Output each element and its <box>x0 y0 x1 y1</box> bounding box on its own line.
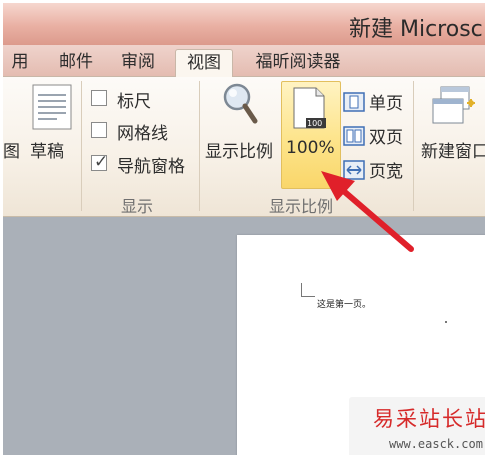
tab-review[interactable]: 审阅 <box>113 49 163 77</box>
title-bar: 新建 Microsc <box>3 3 485 45</box>
checkmark-icon: ✓ <box>94 152 109 172</box>
page-width-label: 页宽 <box>369 162 403 182</box>
group-separator <box>199 81 200 211</box>
tab-foxit-reader[interactable]: 福昕阅读器 <box>243 49 353 77</box>
ruler-label: 标尺 <box>117 92 151 112</box>
screenshot-frame: 新建 Microsc 用 邮件 审阅 视图 福昕阅读器 图 草稿 标尺 网格线 … <box>0 0 488 458</box>
two-pages-icon <box>343 126 365 146</box>
zoom-100-label: 100% <box>286 138 335 158</box>
zoom-label: 显示比例 <box>205 142 273 162</box>
new-window-button[interactable]: 新建窗口 <box>417 81 488 167</box>
view-partial-label[interactable]: 图 <box>3 137 20 162</box>
nav-pane-label: 导航窗格 <box>117 157 185 177</box>
tab-mailings-partial[interactable]: 用 <box>7 49 33 77</box>
new-window-label: 新建窗口 <box>421 142 488 162</box>
one-page-icon <box>343 92 365 112</box>
zoom-group-label: 显示比例 <box>269 197 334 216</box>
zoom-button[interactable]: 显示比例 <box>203 81 279 167</box>
tab-mail[interactable]: 邮件 <box>51 49 101 77</box>
window-title: 新建 Microsc <box>349 17 483 42</box>
two-pages-label: 双页 <box>369 128 403 148</box>
show-group-label: 显示 <box>121 197 154 216</box>
margin-mark <box>301 296 315 297</box>
nav-pane-checkbox-box[interactable]: ✓ <box>91 152 109 172</box>
group-separator <box>413 81 414 211</box>
new-window-icon <box>432 86 475 124</box>
watermark-title: 易采站长站 <box>373 407 488 431</box>
gridlines-checkbox-box[interactable] <box>91 122 107 138</box>
site-watermark: 易采站长站 www.easck.com <box>349 397 488 455</box>
tab-view[interactable]: 视图 <box>175 49 233 78</box>
draft-label: 草稿 <box>30 142 64 162</box>
document-text[interactable]: 这是第一页。 <box>317 297 371 310</box>
watermark-url: www.easck.com <box>389 437 483 451</box>
draft-icon <box>32 84 72 130</box>
gridlines-label: 网格线 <box>117 124 168 144</box>
ribbon-tab-row: 用 邮件 审阅 视图 福昕阅读器 <box>3 45 485 78</box>
ruler-checkbox-box[interactable] <box>91 90 107 106</box>
zoom-100-button[interactable]: 100 100% <box>281 81 341 189</box>
ribbon-view: 图 草稿 标尺 网格线 ✓ 导航窗格 显示 显示比例 100 100% 单页 双… <box>3 77 485 217</box>
draft-button[interactable]: 草稿 <box>25 81 75 167</box>
group-separator <box>81 81 82 211</box>
magnifier-icon <box>223 83 258 124</box>
margin-mark <box>301 283 302 297</box>
one-page-label: 单页 <box>369 94 403 114</box>
page-100-icon-text: 100 <box>307 119 323 128</box>
margin-mark <box>445 321 447 323</box>
page-width-icon <box>343 160 365 180</box>
